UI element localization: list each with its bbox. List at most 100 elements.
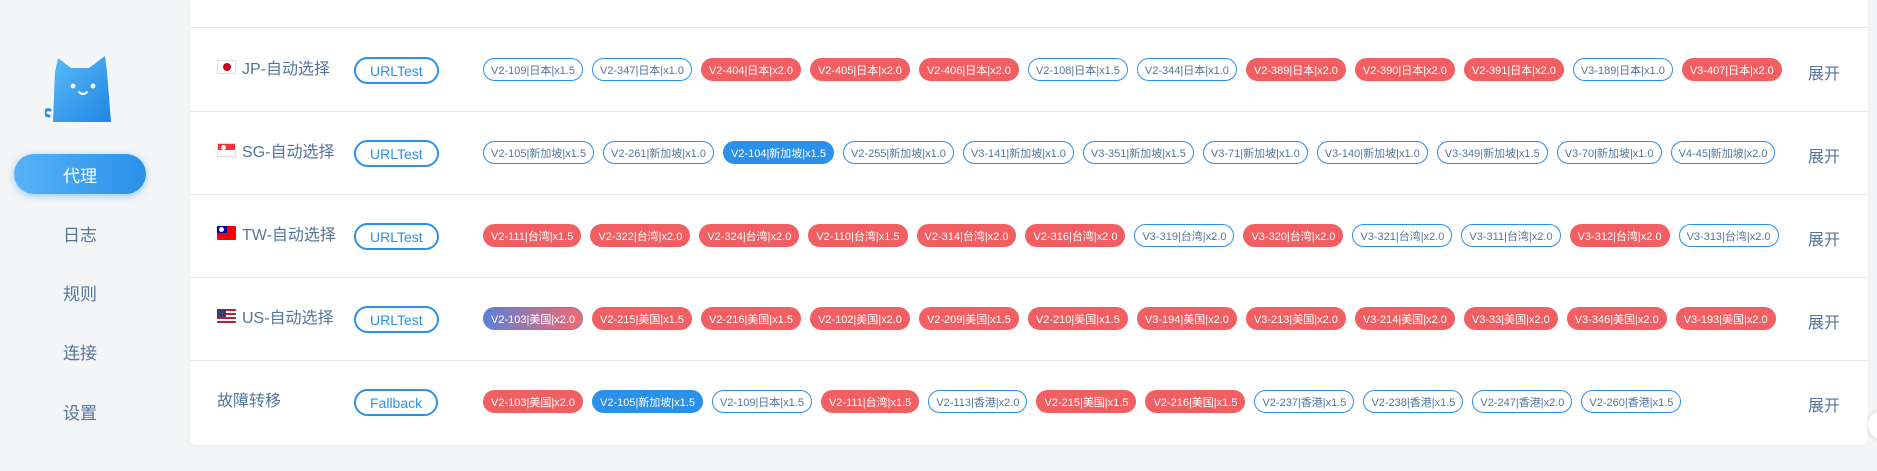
proxy-tag[interactable]: V3-407|日本|x2.0 <box>1681 58 1782 81</box>
proxy-tag[interactable]: V2-209|美国|x1.5 <box>918 307 1019 330</box>
proxy-tag[interactable]: V3-33|美国|x2.0 <box>1463 307 1558 330</box>
proxy-tag[interactable]: V2-247|香港|x2.0 <box>1472 390 1573 413</box>
proxy-tag[interactable]: V2-105|新加坡|x1.5 <box>591 390 703 413</box>
proxy-tag[interactable]: V2-404|日本|x2.0 <box>700 58 801 81</box>
proxy-tag-list: V2-105|新加坡|x1.5 V2-261|新加坡|x1.0 V2-104|新加坡… <box>483 141 1783 165</box>
group-name: TW-自动选择 <box>217 221 336 245</box>
proxy-tag[interactable]: V3-351|新加坡|x1.5 <box>1082 141 1194 164</box>
proxy-tag[interactable]: V2-391|日本|x2.0 <box>1463 58 1564 81</box>
proxy-tag[interactable]: V2-238|香港|x1.5 <box>1363 390 1464 413</box>
proxy-tag[interactable]: V2-237|香港|x1.5 <box>1254 390 1355 413</box>
proxy-tag[interactable]: V3-193|美国|x2.0 <box>1675 307 1776 330</box>
proxy-tag[interactable]: V2-113|香港|x2.0 <box>928 390 1028 413</box>
nav-proxy[interactable]: 代理 <box>14 154 146 194</box>
proxy-tag[interactable]: V3-71|新加坡|x1.0 <box>1202 141 1308 164</box>
group-type-button[interactable]: URLTest <box>354 140 439 167</box>
proxy-tag[interactable]: V2-255|新加坡|x1.0 <box>842 141 954 164</box>
proxy-tag[interactable]: V2-390|日本|x2.0 <box>1354 58 1455 81</box>
proxy-tag[interactable]: V2-216|美国|x1.5 <box>700 307 801 330</box>
proxy-tag[interactable]: V2-260|香港|x1.5 <box>1581 390 1682 413</box>
proxy-group-us: US-自动选择 URLTest V2-103|美国|x2.0 V2-215|美国|… <box>190 278 1868 361</box>
group-type-button[interactable]: URLTest <box>354 57 439 84</box>
proxy-tag[interactable]: V3-320|台湾|x2.0 <box>1243 224 1344 247</box>
group-name-label: JP-自动选择 <box>242 61 331 78</box>
proxy-tag[interactable]: V3-140|新加坡|x1.0 <box>1316 141 1428 164</box>
proxy-tag[interactable]: V2-210|美国|x1.5 <box>1027 307 1128 330</box>
proxy-tag-list: V2-111|台湾|x1.5 V2-322|台湾|x2.0 V2-324|台湾|x2… <box>483 224 1783 248</box>
proxy-tag[interactable]: V3-312|台湾|x2.0 <box>1569 224 1670 247</box>
proxy-group-fallback: 故障转移 Fallback V2-103|美国|x2.0 V2-105|新加坡|x… <box>190 361 1868 444</box>
proxy-tag[interactable]: V2-324|台湾|x2.0 <box>699 224 800 247</box>
sidebar: 代理 日志 规则 连接 设置 <box>0 0 190 471</box>
singapore-flag-icon <box>217 143 236 157</box>
proxy-tag[interactable]: V3-349|新加坡|x1.5 <box>1436 141 1548 164</box>
proxy-tag[interactable]: V2-314|台湾|x2.0 <box>916 224 1017 247</box>
expand-button[interactable]: 展开 <box>1808 226 1840 250</box>
proxy-tag[interactable]: V3-321|台湾|x2.0 <box>1352 224 1453 247</box>
group-name: US-自动选择 <box>217 304 334 328</box>
proxy-tag[interactable]: V2-389|日本|x2.0 <box>1245 58 1346 81</box>
proxy-tag[interactable]: V2-261|新加坡|x1.0 <box>602 141 714 164</box>
expand-button[interactable]: 展开 <box>1808 60 1840 84</box>
expand-button[interactable]: 展开 <box>1808 143 1840 167</box>
expand-button[interactable]: 展开 <box>1808 309 1840 333</box>
proxy-tag-list: V2-109|日本|x1.5 V2-347|日本|x1.0 V2-404|日本|x2… <box>483 58 1783 82</box>
taiwan-flag-icon <box>217 226 236 240</box>
proxy-tag[interactable]: V3-141|新加坡|x1.0 <box>962 141 1074 164</box>
proxy-tag[interactable]: V3-213|美国|x2.0 <box>1245 307 1346 330</box>
scroll-edge-button[interactable] <box>1868 410 1877 440</box>
proxy-group-jp: JP-自动选择 URLTest V2-109|日本|x1.5 V2-347|日本|… <box>190 29 1868 112</box>
proxy-tag[interactable]: V3-346|美国|x2.0 <box>1566 307 1667 330</box>
nav-rules[interactable]: 规则 <box>14 272 146 312</box>
group-type-button[interactable]: URLTest <box>354 306 439 333</box>
proxy-tag[interactable]: V3-313|台湾|x2.0 <box>1678 224 1779 247</box>
group-name-label: US-自动选择 <box>242 310 334 327</box>
proxy-tag[interactable]: V2-111|台湾|x1.5 <box>820 390 920 413</box>
proxy-tag[interactable]: V2-316|台湾|x2.0 <box>1025 224 1126 247</box>
group-name-label: TW-自动选择 <box>242 227 336 244</box>
proxy-tag[interactable]: V2-347|日本|x1.0 <box>591 58 692 81</box>
group-name: SG-自动选择 <box>217 138 334 162</box>
proxy-tag[interactable]: V2-109|日本|x1.5 <box>711 390 812 413</box>
proxy-tag[interactable]: V2-105|新加坡|x1.5 <box>483 141 594 164</box>
proxy-tag[interactable]: V3-194|美国|x2.0 <box>1136 307 1237 330</box>
proxy-tag[interactable]: V2-216|美国|x1.5 <box>1145 390 1246 413</box>
group-name-label: SG-自动选择 <box>242 144 335 161</box>
nav-settings[interactable]: 设置 <box>14 391 146 431</box>
proxy-tag[interactable]: V2-110|台湾|x1.5 <box>808 224 908 247</box>
nav-logs[interactable]: 日志 <box>14 213 146 253</box>
proxy-group-tw: TW-自动选择 URLTest V2-111|台湾|x1.5 V2-322|台湾|… <box>190 195 1868 278</box>
proxy-tag[interactable]: V2-103|美国|x2.0 <box>483 307 583 330</box>
proxy-tag[interactable]: V2-108|日本|x1.5 <box>1027 58 1128 81</box>
proxy-tag-list: V2-103|美国|x2.0 V2-105|新加坡|x1.5 V2-109|日本|x… <box>483 390 1783 414</box>
proxy-tag-list: V2-103|美国|x2.0 V2-215|美国|x1.5 V2-216|美国|x1… <box>483 307 1783 331</box>
group-name: JP-自动选择 <box>217 55 330 79</box>
proxy-tag[interactable]: V3-311|台湾|x2.0 <box>1461 224 1561 247</box>
group-type-button[interactable]: URLTest <box>354 223 439 250</box>
proxy-tag[interactable]: V4-45|新加坡|x2.0 <box>1670 141 1776 164</box>
group-name-label: 故障转移 <box>217 393 282 410</box>
proxy-tag[interactable]: V2-103|美国|x2.0 <box>483 390 583 413</box>
proxy-tag[interactable]: V3-319|台湾|x2.0 <box>1134 224 1235 247</box>
proxy-tag[interactable]: V2-102|美国|x2.0 <box>809 307 910 330</box>
proxy-tag[interactable]: V2-406|日本|x2.0 <box>918 58 1019 81</box>
proxy-tag[interactable]: V3-189|日本|x1.0 <box>1572 58 1673 81</box>
proxy-tag[interactable]: V2-109|日本|x1.5 <box>483 58 583 81</box>
group-name: 故障转移 <box>217 387 281 411</box>
nav-connections[interactable]: 连接 <box>14 331 146 371</box>
cat-logo-icon <box>45 56 111 122</box>
proxy-groups-panel: JP-自动选择 URLTest V2-109|日本|x1.5 V2-347|日本|… <box>190 0 1868 445</box>
expand-button[interactable]: 展开 <box>1808 392 1840 416</box>
proxy-tag[interactable]: V2-405|日本|x2.0 <box>809 58 910 81</box>
usa-flag-icon <box>217 309 236 323</box>
proxy-tag[interactable]: V3-214|美国|x2.0 <box>1354 307 1455 330</box>
proxy-group-sg: SG-自动选择 URLTest V2-105|新加坡|x1.5 V2-261|新加… <box>190 112 1868 195</box>
proxy-tag[interactable]: V2-104|新加坡|x1.5 <box>722 141 834 164</box>
proxy-tag[interactable]: V2-215|美国|x1.5 <box>1036 390 1137 413</box>
proxy-tag[interactable]: V2-111|台湾|x1.5 <box>483 224 582 247</box>
proxy-tag[interactable]: V2-322|台湾|x2.0 <box>590 224 691 247</box>
group-type-button[interactable]: Fallback <box>354 389 439 416</box>
proxy-tag[interactable]: V2-344|日本|x1.0 <box>1136 58 1237 81</box>
proxy-tag[interactable]: V3-70|新加坡|x1.0 <box>1556 141 1662 164</box>
proxy-tag[interactable]: V2-215|美国|x1.5 <box>591 307 692 330</box>
